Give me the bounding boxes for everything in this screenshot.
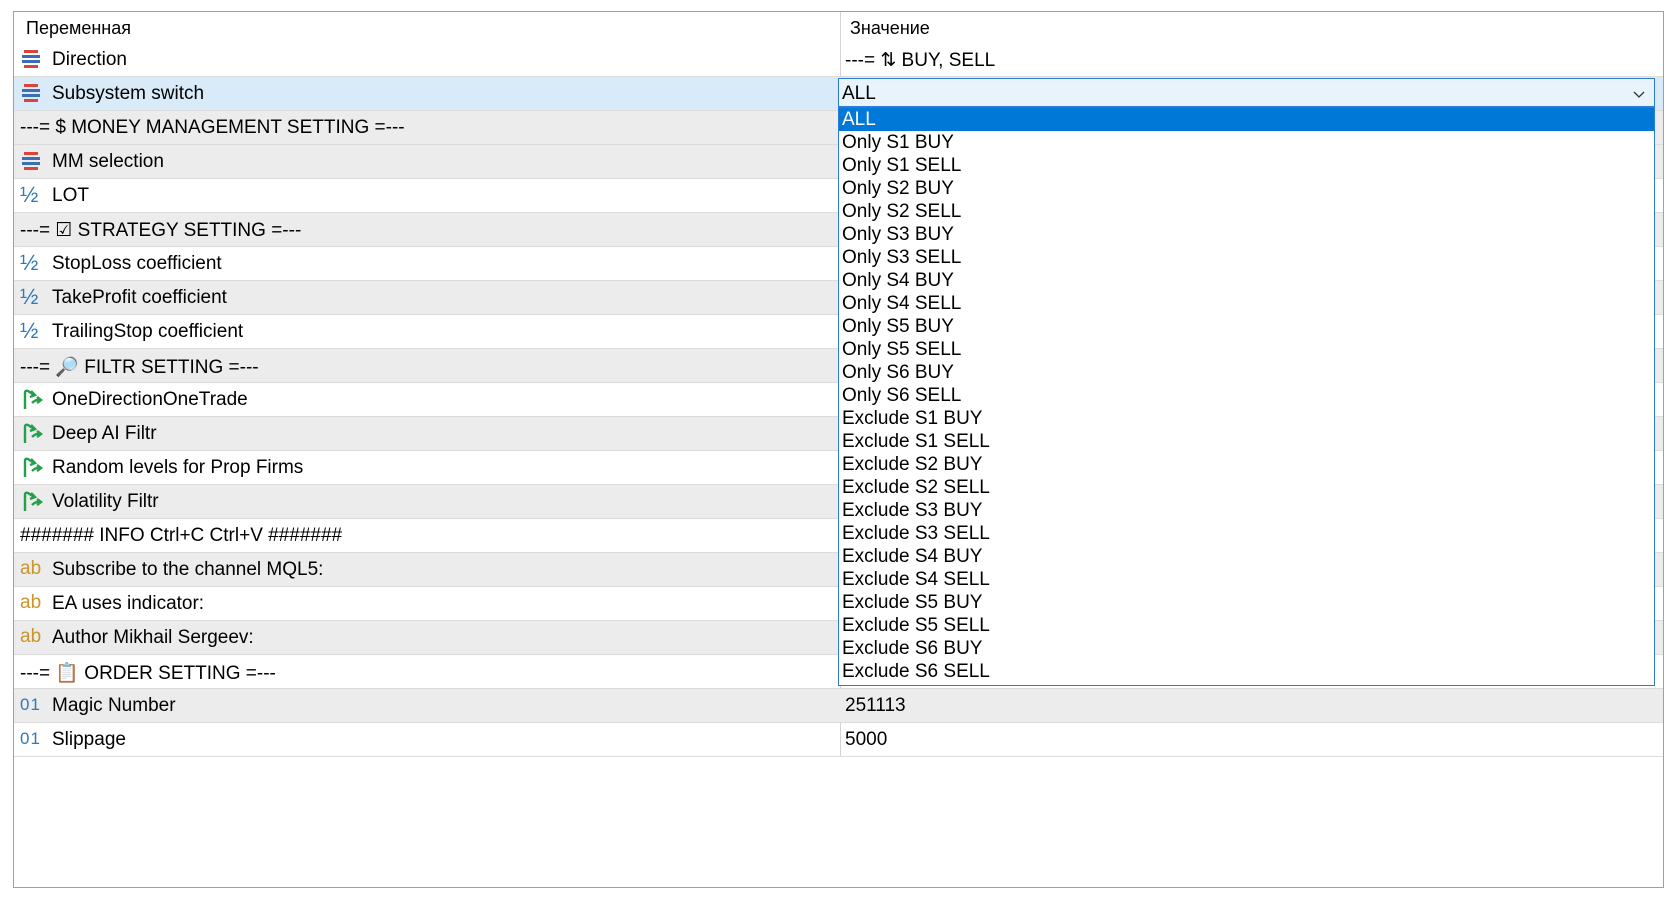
combobox-value: ALL [842, 83, 876, 104]
parameter-name: ---= 📋 ORDER SETTING =--- [20, 663, 276, 684]
fraction-icon: ½ [20, 318, 39, 343]
dropdown-option[interactable]: Exclude S1 SELL [839, 430, 1654, 453]
dropdown-option[interactable]: Only S6 SELL [839, 384, 1654, 407]
dropdown-option[interactable]: Only S1 BUY [839, 131, 1654, 154]
parameter-name: ---= $ MONEY MANAGEMENT SETTING =--- [20, 117, 405, 138]
dropdown-option[interactable]: Only S2 SELL [839, 200, 1654, 223]
parameter-name: Deep AI Filtr [52, 423, 157, 444]
boolean-arrow-icon [20, 387, 44, 411]
dropdown-option[interactable]: Exclude S6 BUY [839, 637, 1654, 660]
parameter-row[interactable]: 01 Magic Number 251113 [14, 689, 1663, 723]
dropdown-option[interactable]: Only S6 BUY [839, 361, 1654, 384]
parameter-name: OneDirectionOneTrade [52, 389, 248, 410]
dropdown-option[interactable]: Exclude S5 BUY [839, 591, 1654, 614]
parameter-name: ---= 🔎 FILTR SETTING =--- [20, 357, 259, 378]
dropdown-option[interactable]: Only S4 SELL [839, 292, 1654, 315]
column-header-variable[interactable]: Переменная [26, 18, 131, 39]
subsystem-switch-dropdown: ALL Only S1 BUY Only S1 SELL Only S2 BUY Onl… [838, 107, 1655, 686]
parameter-value[interactable]: 251113 [845, 695, 906, 717]
parameter-name: MM selection [52, 151, 164, 172]
enum-list-icon [20, 149, 44, 173]
dropdown-option[interactable]: Exclude S3 SELL [839, 522, 1654, 545]
column-header-value[interactable]: Значение [850, 18, 930, 39]
parameter-name: Author Mikhail Sergeev: [52, 627, 254, 648]
integer-icon: 01 [20, 695, 41, 714]
enum-list-icon [20, 81, 44, 105]
subsystem-switch-combobox[interactable]: ALL [838, 78, 1655, 107]
parameter-row[interactable]: 01 Slippage 5000 [14, 723, 1663, 757]
dropdown-option[interactable]: Exclude S6 SELL [839, 660, 1654, 683]
parameter-name: ---= ☑ STRATEGY SETTING =--- [20, 220, 302, 241]
dropdown-option[interactable]: ALL [839, 108, 1654, 131]
dropdown-option[interactable]: Exclude S3 BUY [839, 499, 1654, 522]
parameter-name: ####### INFO Ctrl+C Ctrl+V ####### [20, 525, 343, 546]
parameter-value[interactable]: ---= ⇅ BUY, SELL [845, 49, 995, 72]
string-icon: ab [20, 558, 42, 579]
dropdown-option[interactable]: Only S2 BUY [839, 177, 1654, 200]
enum-list-icon [20, 47, 44, 71]
boolean-arrow-icon [20, 489, 44, 513]
dropdown-option[interactable]: Only S5 BUY [839, 315, 1654, 338]
integer-icon: 01 [20, 729, 41, 748]
dropdown-option[interactable]: Exclude S5 SELL [839, 614, 1654, 637]
parameter-value[interactable]: 5000 [845, 729, 887, 751]
dropdown-option[interactable]: Only S1 SELL [839, 154, 1654, 177]
parameter-name: TakeProfit coefficient [52, 287, 227, 308]
dropdown-option[interactable]: Exclude S2 SELL [839, 476, 1654, 499]
dropdown-option[interactable]: Exclude S2 BUY [839, 453, 1654, 476]
parameter-name: TrailingStop coefficient [52, 321, 244, 342]
dropdown-option[interactable]: Exclude S4 SELL [839, 568, 1654, 591]
parameter-row[interactable]: Direction ---= ⇅ BUY, SELL [14, 43, 1663, 77]
parameter-name: LOT [52, 185, 89, 206]
parameter-name: Random levels for Prop Firms [52, 457, 304, 478]
dropdown-option[interactable]: Only S3 SELL [839, 246, 1654, 269]
parameter-name: Subscribe to the channel MQL5: [52, 559, 324, 580]
parameter-name: Volatility Filtr [52, 491, 159, 512]
parameter-name: Subsystem switch [52, 83, 205, 104]
parameter-name: Magic Number [52, 695, 176, 716]
parameter-name: EA uses indicator: [52, 593, 205, 614]
chevron-down-icon[interactable] [1632, 85, 1646, 107]
dropdown-option[interactable]: Only S5 SELL [839, 338, 1654, 361]
boolean-arrow-icon [20, 421, 44, 445]
dropdown-option[interactable]: Only S3 BUY [839, 223, 1654, 246]
fraction-icon: ½ [20, 284, 39, 309]
boolean-arrow-icon [20, 455, 44, 479]
dropdown-option[interactable]: Only S4 BUY [839, 269, 1654, 292]
string-icon: ab [20, 592, 42, 613]
fraction-icon: ½ [20, 182, 39, 207]
parameter-name: Slippage [52, 729, 126, 750]
parameter-name: Direction [52, 49, 127, 70]
parameter-name: StopLoss coefficient [52, 253, 222, 274]
dropdown-option[interactable]: Exclude S1 BUY [839, 407, 1654, 430]
string-icon: ab [20, 626, 42, 647]
dropdown-option[interactable]: Exclude S4 BUY [839, 545, 1654, 568]
grid-header: Переменная Значение [14, 12, 1663, 43]
fraction-icon: ½ [20, 250, 39, 275]
